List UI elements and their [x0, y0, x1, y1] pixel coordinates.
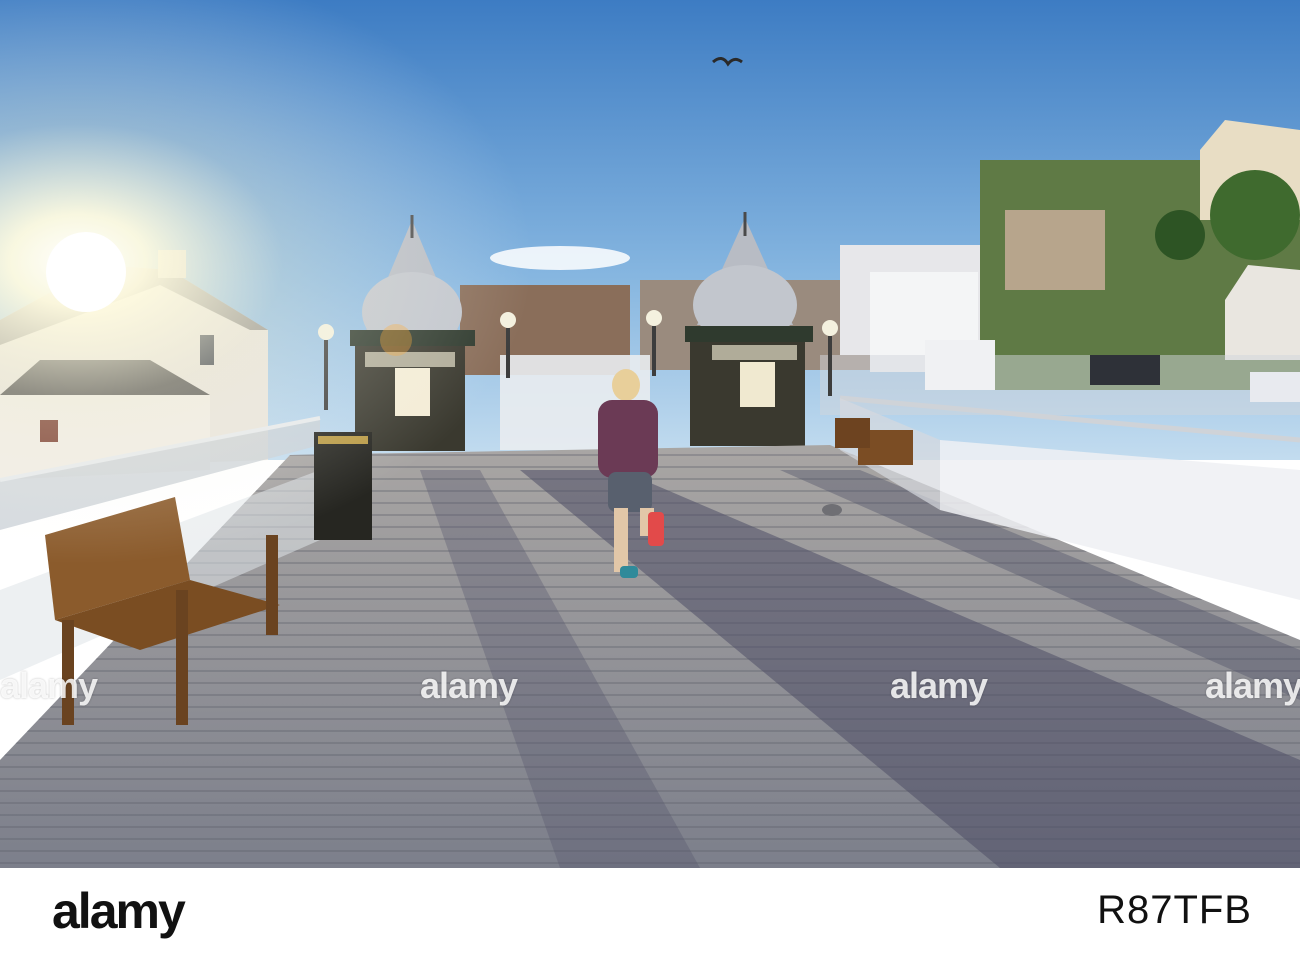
watermark-text: alamy [420, 665, 518, 706]
sun-glare [0, 0, 1300, 868]
pier-photo [0, 0, 1300, 868]
watermark-text: alamy [0, 665, 98, 706]
lens-flare [380, 324, 412, 356]
footer-bar: alamy R87TFB [0, 868, 1300, 957]
footer-logo: alamy [52, 883, 186, 939]
watermark-text: alamy [890, 665, 988, 706]
sun [46, 232, 126, 312]
image-id: R87TFB [1097, 888, 1252, 932]
photo-scene: alamy alamy alamy alamy [0, 0, 1300, 868]
watermark-text: alamy [1205, 665, 1300, 706]
